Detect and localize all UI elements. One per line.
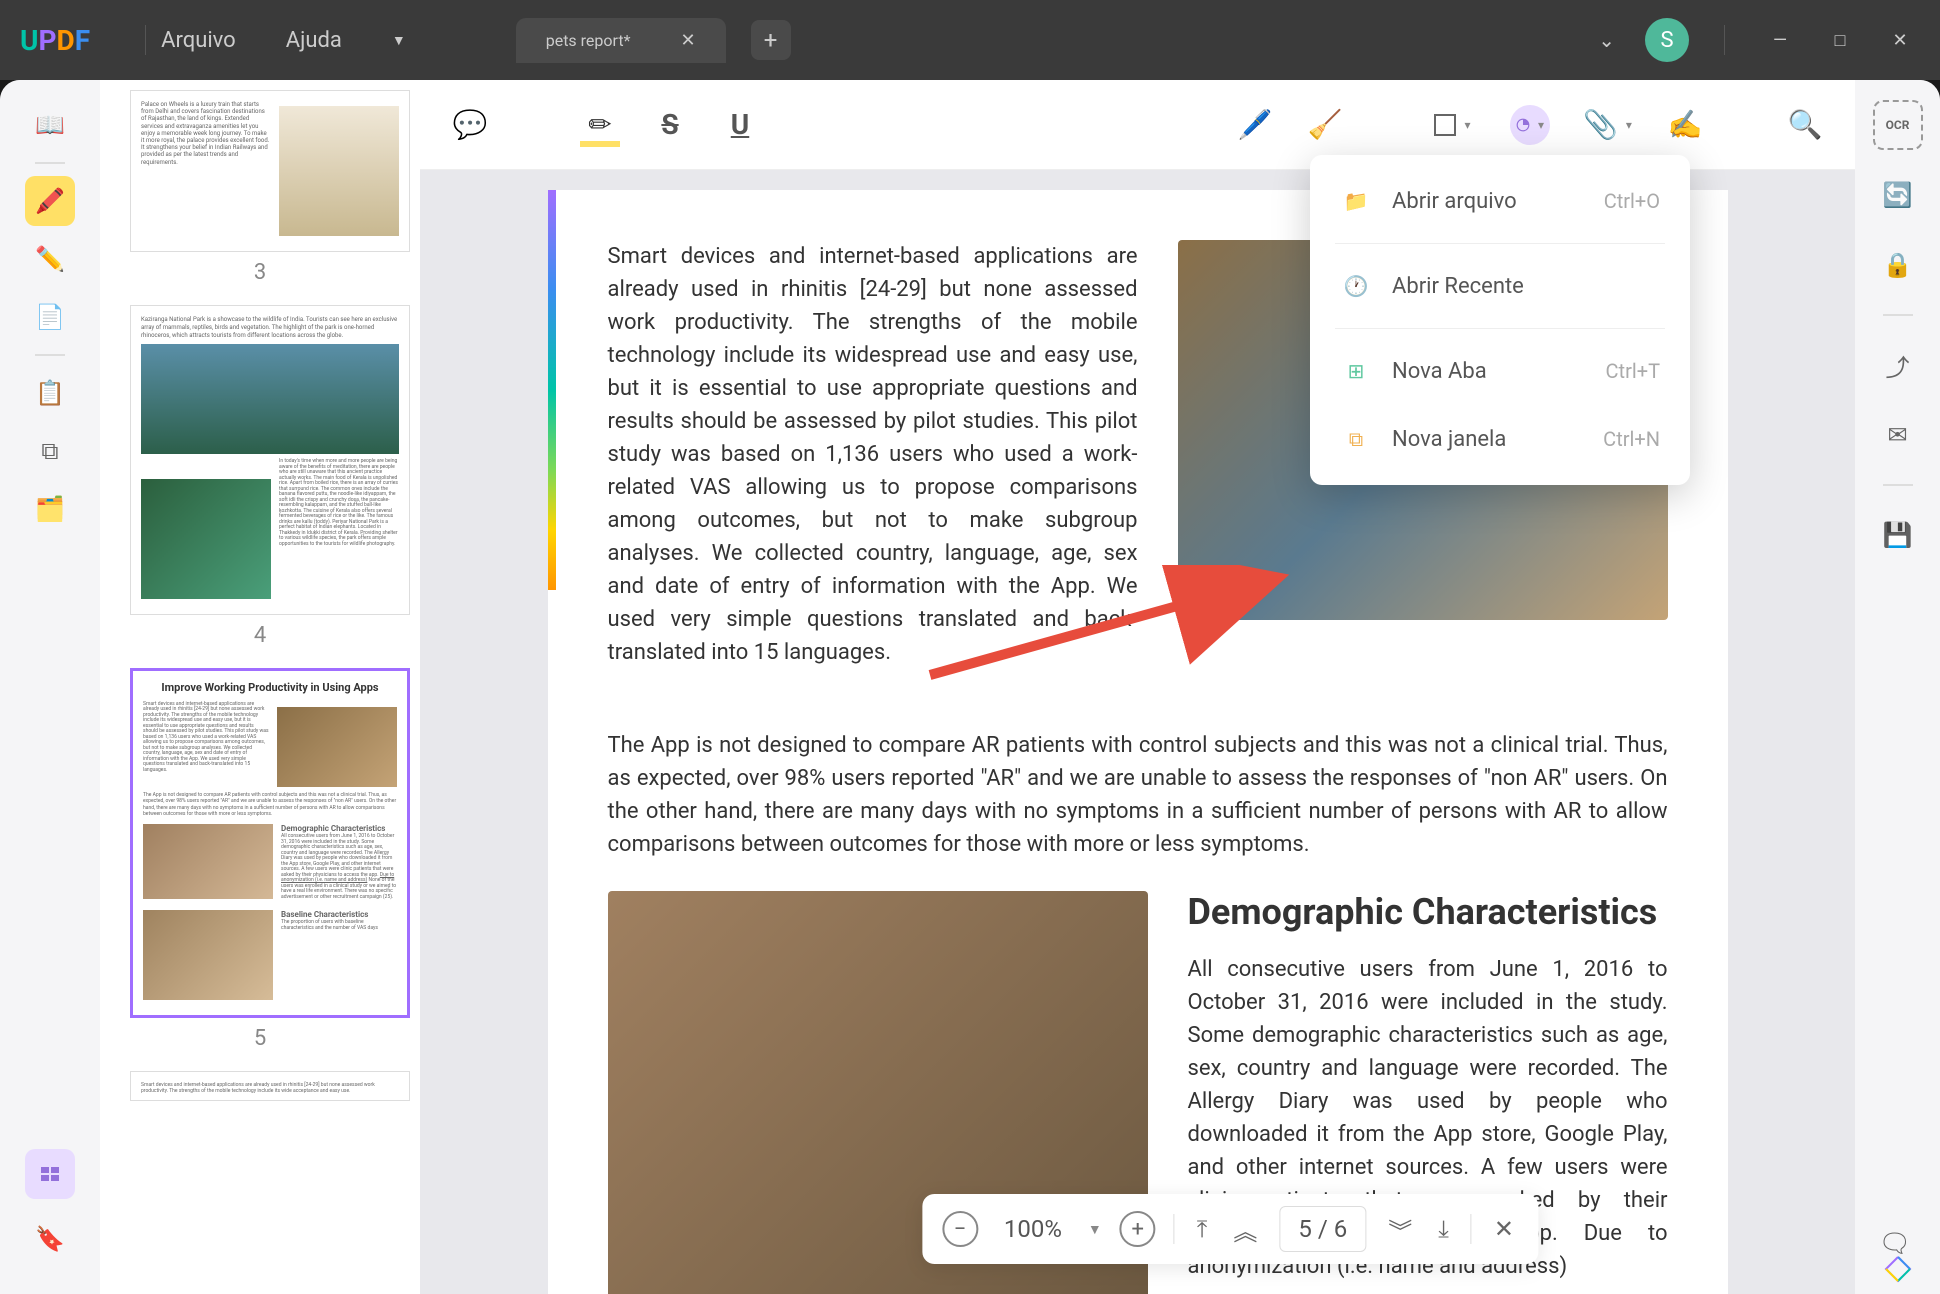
window-maximize-button[interactable]: □ bbox=[1820, 20, 1860, 60]
menu-open-recent[interactable]: 🕐 Abrir Recente bbox=[1310, 252, 1690, 320]
zoom-level: 100% bbox=[1004, 1215, 1062, 1243]
new-tab-button[interactable]: + bbox=[751, 20, 791, 60]
convert-button[interactable]: 🔄 bbox=[1873, 170, 1923, 220]
page-indicator[interactable]: 5 / 6 bbox=[1279, 1206, 1366, 1252]
eraser-tool[interactable]: 🧹 bbox=[1305, 105, 1345, 145]
save-button[interactable]: 💾 bbox=[1873, 510, 1923, 560]
search-button[interactable]: 🔍 bbox=[1785, 105, 1825, 145]
document-tab[interactable]: pets report* ✕ bbox=[516, 18, 726, 63]
crop-tool[interactable]: ⧉ bbox=[25, 426, 75, 476]
comments-list-button[interactable]: 🗨 bbox=[1875, 1224, 1915, 1264]
thumbnail-page-4[interactable]: Kaziranga National Park is a showcase to… bbox=[130, 305, 390, 648]
ocr-button[interactable]: OCR bbox=[1873, 100, 1923, 150]
thumbnail-page-6[interactable]: Smart devices and internet-based applica… bbox=[130, 1071, 390, 1101]
zoom-in-button[interactable]: + bbox=[1120, 1211, 1156, 1247]
signature-tool[interactable]: ✍ bbox=[1665, 105, 1705, 145]
tab-close-button[interactable]: ✕ bbox=[680, 30, 695, 51]
page-tool[interactable]: 📄 bbox=[25, 292, 75, 342]
zoom-out-button[interactable]: − bbox=[942, 1211, 978, 1247]
pencil-tool[interactable]: 🖊️ bbox=[1235, 105, 1275, 145]
comment-tool[interactable]: 🖍️ bbox=[25, 176, 75, 226]
thumbnails-panel: Palace on Wheels is a luxury train that … bbox=[100, 80, 420, 1294]
menu-file[interactable]: Arquivo bbox=[161, 28, 236, 53]
tab-icon: ⊞ bbox=[1340, 355, 1372, 387]
highlight-tool[interactable]: ✏ bbox=[580, 105, 620, 145]
thumbnail-page-5[interactable]: Improve Working Productivity in Using Ap… bbox=[130, 668, 390, 1050]
thumbnail-number: 4 bbox=[130, 623, 390, 648]
reader-tool[interactable]: 📖 bbox=[25, 100, 75, 150]
form-tool[interactable]: 📋 bbox=[25, 368, 75, 418]
comment-note-tool[interactable]: 💬 bbox=[450, 105, 490, 145]
shape-tool[interactable] bbox=[1425, 105, 1480, 145]
folder-icon: 📁 bbox=[1340, 185, 1372, 217]
zoom-dropdown[interactable]: ▼ bbox=[1088, 1221, 1102, 1238]
email-button[interactable]: ✉ bbox=[1873, 410, 1923, 460]
paragraph-2: The App is not designed to compare AR pa… bbox=[608, 729, 1668, 861]
section-heading: Demographic Characteristics bbox=[1188, 891, 1668, 933]
tab-title: pets report* bbox=[546, 31, 631, 50]
divider bbox=[1724, 25, 1725, 55]
right-tool-rail: OCR 🔄 🔒 ⤴ ✉ 💾 🗨 bbox=[1855, 80, 1940, 1294]
edit-tool[interactable]: ✏️ bbox=[25, 234, 75, 284]
share-button[interactable]: ⤴ bbox=[1873, 340, 1923, 390]
close-bar-button[interactable]: ✕ bbox=[1490, 1211, 1518, 1247]
window-close-button[interactable]: ✕ bbox=[1880, 20, 1920, 60]
page-navigation-bar: − 100% ▼ + ⤒ ︽ 5 / 6 ︾ ⤓ ✕ bbox=[922, 1194, 1538, 1264]
sticker-tool[interactable] bbox=[1510, 105, 1550, 145]
divider bbox=[145, 25, 146, 55]
app-logo: UPDF bbox=[20, 24, 90, 57]
redact-tool[interactable]: 🗂️ bbox=[25, 484, 75, 534]
menu-more-dropdown[interactable]: ▼ bbox=[392, 32, 406, 49]
user-avatar[interactable]: S bbox=[1645, 18, 1689, 62]
thumbnails-panel-button[interactable] bbox=[25, 1149, 75, 1199]
underline-tool[interactable]: U bbox=[720, 105, 760, 145]
left-tool-rail: 📖 🖍️ ✏️ 📄 📋 ⧉ 🗂️ 🔖 bbox=[0, 80, 100, 1294]
attachment-tool[interactable]: 📎 bbox=[1580, 105, 1635, 145]
window-icon: ⧉ bbox=[1340, 423, 1372, 455]
thumbnail-page-3[interactable]: Palace on Wheels is a luxury train that … bbox=[130, 90, 390, 285]
bookmarks-button[interactable]: 🔖 bbox=[25, 1214, 75, 1264]
thumbnail-number: 5 bbox=[130, 1026, 390, 1051]
thumbnail-number: 3 bbox=[130, 260, 390, 285]
protect-button[interactable]: 🔒 bbox=[1873, 240, 1923, 290]
window-minimize-button[interactable]: — bbox=[1760, 20, 1800, 60]
first-page-button[interactable]: ⤒ bbox=[1193, 1211, 1212, 1247]
color-stripe-decoration bbox=[548, 190, 556, 590]
file-dropdown-menu: 📁 Abrir arquivo Ctrl+O 🕐 Abrir Recente ⊞… bbox=[1310, 155, 1690, 485]
menu-new-tab[interactable]: ⊞ Nova Aba Ctrl+T bbox=[1310, 337, 1690, 405]
menu-new-window[interactable]: ⧉ Nova janela Ctrl+N bbox=[1310, 405, 1690, 473]
next-page-button[interactable]: ︾ bbox=[1384, 1208, 1416, 1251]
prev-page-button[interactable]: ︽ bbox=[1229, 1208, 1261, 1251]
menu-open-file[interactable]: 📁 Abrir arquivo Ctrl+O bbox=[1310, 167, 1690, 235]
clock-icon: 🕐 bbox=[1340, 270, 1372, 302]
titlebar: UPDF Arquivo Ajuda ▼ pets report* ✕ + ⌄ … bbox=[0, 0, 1940, 80]
last-page-button[interactable]: ⤓ bbox=[1434, 1211, 1453, 1247]
menu-help[interactable]: Ajuda bbox=[286, 28, 342, 53]
tabs-overflow-button[interactable]: ⌄ bbox=[1588, 18, 1625, 62]
strikethrough-tool[interactable]: S bbox=[650, 105, 690, 145]
paragraph-1: Smart devices and internet-based applica… bbox=[608, 240, 1138, 669]
